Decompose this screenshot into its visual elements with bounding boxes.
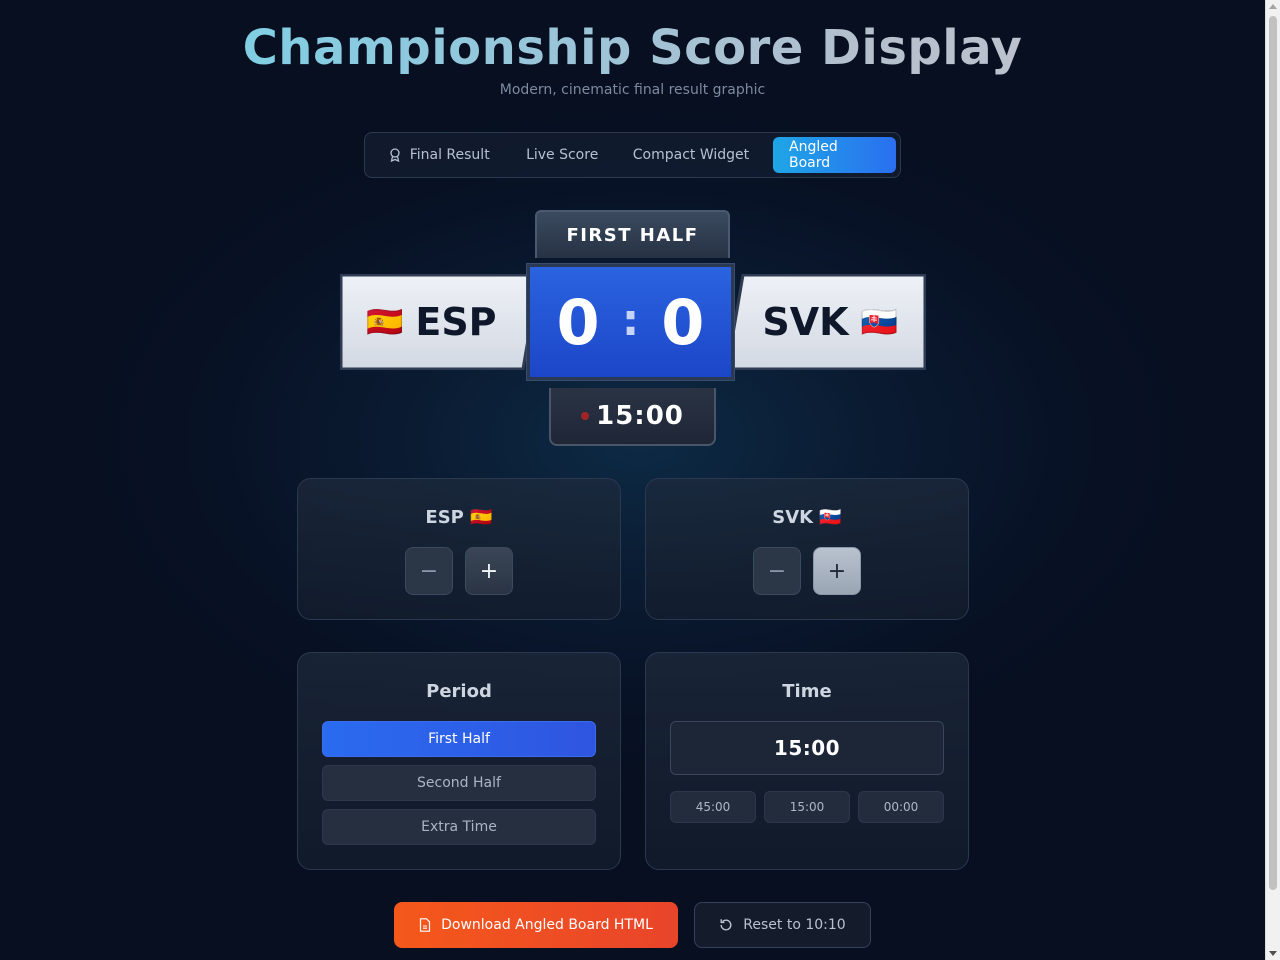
time-title: Time: [782, 681, 832, 702]
tab-compact-widget[interactable]: Compact Widget: [615, 137, 767, 173]
scoreboard-clock: 15:00: [549, 388, 716, 446]
away-decrement-button[interactable]: −: [753, 547, 801, 595]
page-scrollbar[interactable]: [1265, 0, 1280, 960]
score-box: 0 : 0: [527, 264, 734, 380]
page-subtitle: Modern, cinematic final result graphic: [499, 82, 766, 98]
away-panel-title: SVK 🇸🇰: [772, 507, 842, 528]
time-input[interactable]: 15:00: [670, 721, 944, 775]
period-options: First Half Second Half Extra Time: [322, 721, 596, 845]
preset-45-button[interactable]: 45:00: [670, 791, 756, 823]
scrollbar-thumb[interactable]: [1269, 16, 1277, 890]
period-first-half-button[interactable]: First Half: [322, 721, 596, 757]
home-score-panel: ESP 🇪🇸 − +: [297, 478, 621, 620]
reset-label: Reset to 10:10: [743, 917, 846, 933]
preset-00-button[interactable]: 00:00: [858, 791, 944, 823]
ribbon-icon: [390, 148, 400, 162]
tab-final-result[interactable]: Final Result: [369, 137, 509, 173]
period-panel: Period First Half Second Half Extra Time: [297, 652, 621, 870]
tab-live-score[interactable]: Live Score: [509, 137, 615, 173]
scroll-down-icon[interactable]: [1269, 951, 1277, 956]
period-second-half-button[interactable]: Second Half: [322, 765, 596, 801]
clock-value: 15:00: [596, 401, 684, 431]
home-panel-title: ESP 🇪🇸: [425, 507, 493, 528]
tab-label: Live Score: [526, 147, 599, 163]
home-decrement-button[interactable]: −: [405, 547, 453, 595]
home-team-code: ESP: [415, 300, 497, 344]
reset-button[interactable]: Reset to 10:10: [694, 902, 871, 948]
download-html-button[interactable]: Download Angled Board HTML: [394, 902, 678, 948]
view-tabs: Final Result Live Score Compact Widget A…: [364, 132, 901, 178]
time-panel: Time 15:00 45:00 15:00 00:00: [645, 652, 969, 870]
live-dot-icon: [581, 412, 590, 420]
score-separator: :: [621, 294, 640, 346]
home-flag: 🇪🇸: [366, 304, 404, 340]
away-score-panel: SVK 🇸🇰 − +: [645, 478, 969, 620]
away-flag: 🇸🇰: [860, 304, 898, 340]
away-score: 0: [661, 285, 705, 359]
away-team-plate: SVK 🇸🇰: [726, 274, 926, 370]
period-extra-time-button[interactable]: Extra Time: [322, 809, 596, 845]
away-increment-button[interactable]: +: [813, 547, 861, 595]
page-title: Championship Score Display: [0, 20, 1265, 76]
tab-label: Angled Board: [789, 139, 838, 171]
home-team-plate: 🇪🇸 ESP: [340, 274, 540, 370]
tab-angled-board[interactable]: Angled Board: [773, 137, 896, 173]
tab-label: Compact Widget: [632, 147, 750, 163]
away-team-code: SVK: [762, 300, 849, 344]
time-presets: 45:00 15:00 00:00: [670, 791, 944, 823]
preset-15-button[interactable]: 15:00: [764, 791, 850, 823]
reset-icon: [719, 918, 733, 932]
download-label: Download Angled Board HTML: [441, 917, 653, 933]
file-icon: [419, 918, 431, 932]
period-title: Period: [426, 681, 492, 702]
scroll-up-icon[interactable]: [1269, 4, 1277, 9]
home-increment-button[interactable]: +: [465, 547, 513, 595]
scoreboard-period: FIRST HALF: [535, 210, 730, 258]
home-score: 0: [556, 285, 600, 359]
tab-label: Final Result: [409, 147, 490, 163]
